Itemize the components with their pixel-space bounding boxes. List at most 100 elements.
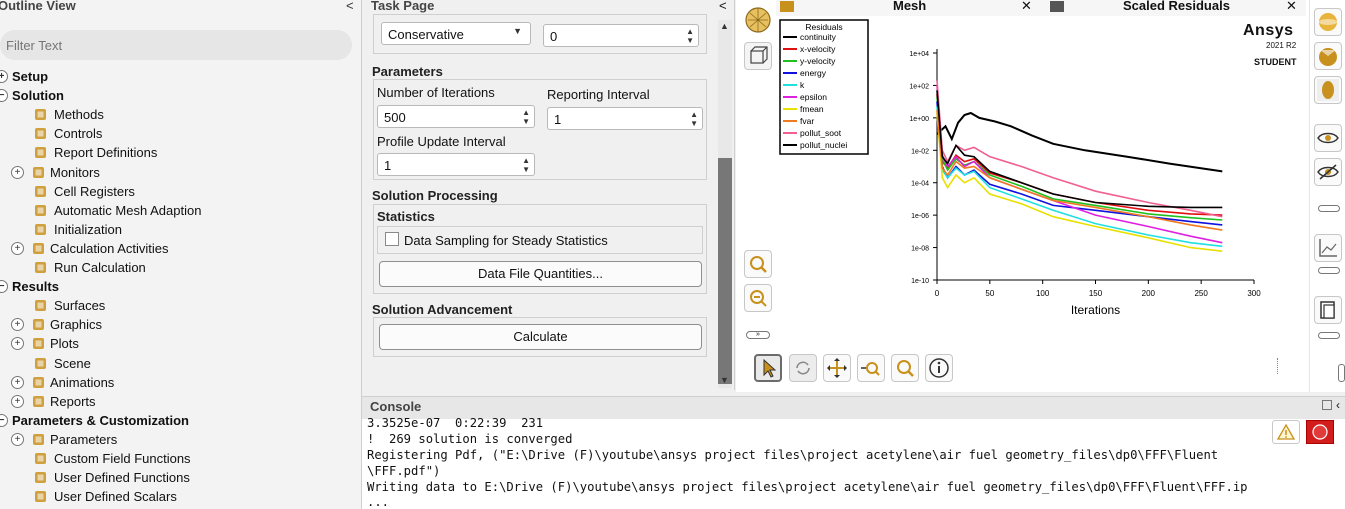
scrollbar-thumb[interactable]	[718, 158, 732, 384]
outline-collapse-button[interactable]: <	[346, 0, 354, 13]
tree-item-user-defined-functions[interactable]: User Defined Functions	[0, 468, 350, 487]
expand-toolbar-icon[interactable]	[1338, 364, 1345, 382]
profile-update-input[interactable]: 1 ▲ ▼	[377, 153, 535, 176]
view-iso-icon[interactable]	[1314, 42, 1342, 70]
reporting-interval-input[interactable]: 1 ▲ ▼	[547, 107, 703, 130]
rotate-icon[interactable]	[789, 354, 817, 382]
y-tick-label: 1e+04	[909, 51, 929, 58]
expand-icon[interactable]: +	[11, 394, 24, 408]
scroll-down-icon[interactable]: ▼	[720, 375, 729, 385]
tree-item-cell-registers[interactable]: Cell Registers	[0, 182, 350, 201]
mesh-adaption-icon	[33, 203, 48, 218]
view-fit-icon[interactable]	[1314, 76, 1342, 104]
tree-item-reports[interactable]: + Reports	[0, 392, 350, 411]
tree-item-plots[interactable]: + Plots	[0, 334, 350, 353]
chevron-down-icon: ▼	[513, 26, 522, 36]
data-file-quantities-button[interactable]: Data File Quantities...	[379, 261, 702, 287]
copy-clipboard-icon[interactable]	[1314, 296, 1342, 324]
tree-item-automatic-mesh-adaption[interactable]: Automatic Mesh Adaption	[0, 201, 350, 220]
filter-text-input[interactable]	[0, 30, 352, 60]
tree-item-setup[interactable]: + Setup	[0, 67, 350, 86]
show-eye-icon[interactable]	[1314, 124, 1342, 152]
collapse-icon[interactable]: ‹	[1336, 398, 1340, 412]
tab-mesh[interactable]: Mesh ✕	[776, 0, 1046, 16]
spin-arrows-icon[interactable]: ▲ ▼	[686, 27, 694, 45]
tree-item-label: Custom Field Functions	[54, 451, 191, 466]
warning-button[interactable]	[1272, 420, 1300, 444]
tree-item-results[interactable]: − Results	[0, 277, 350, 296]
expand-icon[interactable]: +	[11, 432, 24, 446]
more-tools-icon[interactable]	[1318, 205, 1340, 212]
tree-item-initialization[interactable]: Initialization	[0, 220, 350, 239]
tab-scaled-residuals[interactable]: Scaled Residuals ✕	[1046, 0, 1306, 16]
collapse-icon[interactable]: −	[0, 89, 8, 103]
tree-item-monitors[interactable]: + Monitors	[0, 163, 350, 182]
tree-item-graphics[interactable]: + Graphics	[0, 315, 350, 334]
tree-item-calculation-activities[interactable]: + Calculation Activities	[0, 239, 350, 258]
expand-icon[interactable]: +	[0, 70, 8, 83]
y-tick-label: 1e+02	[909, 83, 929, 90]
tree-item-methods[interactable]: Methods	[0, 105, 350, 124]
spin-arrows-icon[interactable]: ▲ ▼	[522, 156, 530, 174]
zoom-to-area-icon[interactable]	[891, 354, 919, 382]
x-tick-label: 100	[1036, 289, 1050, 298]
task-page-collapse-button[interactable]: <	[719, 0, 727, 13]
tree-item-controls[interactable]: Controls	[0, 124, 350, 143]
close-icon[interactable]: ✕	[1286, 0, 1297, 16]
ansys-version: 2021 R2	[1266, 41, 1297, 50]
collapse-icon[interactable]: −	[0, 280, 8, 294]
tree-item-user-defined-scalars[interactable]: User Defined Scalars	[0, 487, 350, 506]
zoom-out-icon[interactable]	[744, 284, 772, 312]
pan-icon[interactable]	[823, 354, 851, 382]
close-icon[interactable]: ✕	[1021, 0, 1032, 16]
calculate-button[interactable]: Calculate	[379, 324, 702, 350]
mesh-display-icon[interactable]	[744, 6, 772, 34]
collapse-icon[interactable]: −	[0, 413, 8, 427]
data-sampling-checkbox[interactable]	[385, 232, 399, 246]
formulation-dropdown[interactable]: Conservative ▼	[381, 22, 531, 45]
stop-button[interactable]	[1306, 420, 1334, 444]
scroll-up-icon[interactable]: ▲	[720, 21, 729, 31]
tree-item-animations[interactable]: + Animations	[0, 373, 350, 392]
select-pointer-icon[interactable]	[754, 354, 782, 382]
tree-item-custom-field-functions[interactable]: Custom Field Functions	[0, 449, 350, 468]
expand-icon[interactable]: +	[11, 318, 24, 332]
more-tools-icon[interactable]	[1318, 332, 1340, 339]
more-tools-icon[interactable]	[1318, 267, 1340, 274]
tree-item-label: Setup	[12, 69, 49, 84]
zoom-box-icon[interactable]	[744, 250, 772, 278]
view-front-icon[interactable]	[1314, 8, 1342, 36]
animations-icon	[31, 375, 46, 390]
mesh-tab-icon	[780, 1, 794, 12]
tree-item-surfaces[interactable]: Surfaces	[0, 296, 350, 315]
iterations-value: 500	[384, 110, 406, 125]
zoom-in-out-icon[interactable]	[857, 354, 885, 382]
expand-icon[interactable]: +	[11, 241, 24, 255]
top-spin-input[interactable]: 0 ▲ ▼	[543, 24, 699, 47]
tree-item-scene[interactable]: Scene	[0, 354, 350, 373]
console-line: \FFF.pdf")	[367, 464, 441, 478]
domain-display-icon[interactable]	[744, 42, 772, 70]
tree-item-label: Plots	[50, 336, 79, 352]
spin-arrows-icon[interactable]: ▲ ▼	[690, 110, 698, 128]
expand-icon[interactable]: +	[11, 375, 24, 389]
tree-item-parameters[interactable]: + Parameters	[0, 430, 350, 449]
tree-item-run-calculation[interactable]: Run Calculation	[0, 258, 350, 277]
spin-arrows-icon[interactable]: ▲ ▼	[522, 108, 530, 126]
plot-axes-icon[interactable]	[1314, 234, 1342, 262]
iterations-input[interactable]: 500 ▲ ▼	[377, 105, 535, 128]
hide-eye-icon[interactable]	[1314, 158, 1342, 186]
tree-item-solution[interactable]: − Solution	[0, 86, 350, 105]
legend-entry: energy	[800, 68, 827, 78]
x-axis-label: Iterations	[1071, 303, 1120, 317]
tree-item-label: Monitors	[50, 164, 100, 180]
toolbar-grip	[1277, 358, 1279, 374]
tree-item-parameters-customization[interactable]: − Parameters & Customization	[0, 411, 350, 430]
probe-info-icon[interactable]	[925, 354, 953, 382]
tree-item-report-definitions[interactable]: Report Definitions	[0, 143, 350, 162]
expand-icon[interactable]: +	[11, 337, 24, 351]
task-page-scrollbar[interactable]: ▲ ▼	[718, 20, 732, 388]
expand-icon[interactable]: +	[11, 165, 24, 179]
more-tools-icon[interactable]: »	[746, 331, 770, 339]
maximize-icon[interactable]	[1322, 400, 1332, 410]
